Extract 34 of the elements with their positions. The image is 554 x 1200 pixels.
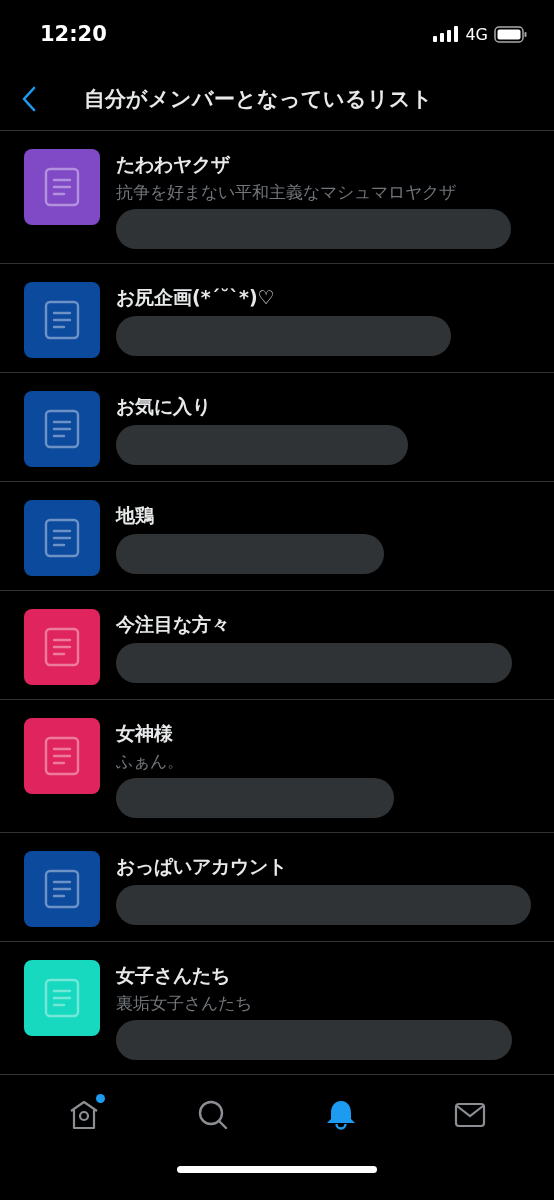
list-name: たわわヤクザ xyxy=(116,152,232,177)
status-time: 12:20 xyxy=(40,22,107,46)
document-icon xyxy=(44,300,80,340)
document-icon xyxy=(44,409,80,449)
list-item[interactable]: お尻企画(*´˘`*)♡ xyxy=(0,264,554,373)
list-item[interactable]: 女神様 ふぁん。 xyxy=(0,700,554,833)
list-name: 今注目な方々 xyxy=(116,612,231,637)
list-description: 裏垢女子さんたち xyxy=(116,992,253,1015)
list-item[interactable]: 地鶏 xyxy=(0,482,554,591)
list-name: 女子さんたち xyxy=(116,963,231,988)
list-item[interactable]: おっぱいアカウント xyxy=(0,833,554,942)
document-icon xyxy=(44,978,80,1018)
list-name: お気に入り xyxy=(116,394,212,419)
network-label: 4G xyxy=(465,24,488,44)
document-icon xyxy=(44,627,80,667)
battery-icon xyxy=(494,25,528,43)
list-item[interactable]: 今注目な方々 xyxy=(0,591,554,700)
list-item[interactable]: 女子さんたち 裏垢女子さんたち xyxy=(0,942,554,1075)
document-icon xyxy=(44,869,80,909)
chevron-left-icon xyxy=(22,86,36,112)
document-icon xyxy=(44,167,80,207)
list-name: お尻企画(*´˘`*)♡ xyxy=(116,285,276,310)
screen-title: 自分がメンバーとなっているリスト xyxy=(84,86,433,113)
list-description: ふぁん。 xyxy=(116,750,185,773)
notification-dot xyxy=(96,1094,106,1103)
document-icon xyxy=(44,736,80,776)
list-item[interactable]: お気に入り xyxy=(0,373,554,482)
list-name: 女神様 xyxy=(116,721,174,746)
list-name: おっぱいアカウント xyxy=(116,854,288,879)
list-name: 地鶏 xyxy=(116,503,155,528)
list-item[interactable]: たわわヤクザ 抗争を好まない平和主義なマシュマロヤクザ xyxy=(0,131,554,264)
signal-icon xyxy=(433,26,460,42)
list-description: 抗争を好まない平和主義なマシュマロヤクザ xyxy=(116,181,457,204)
document-icon xyxy=(44,518,80,558)
